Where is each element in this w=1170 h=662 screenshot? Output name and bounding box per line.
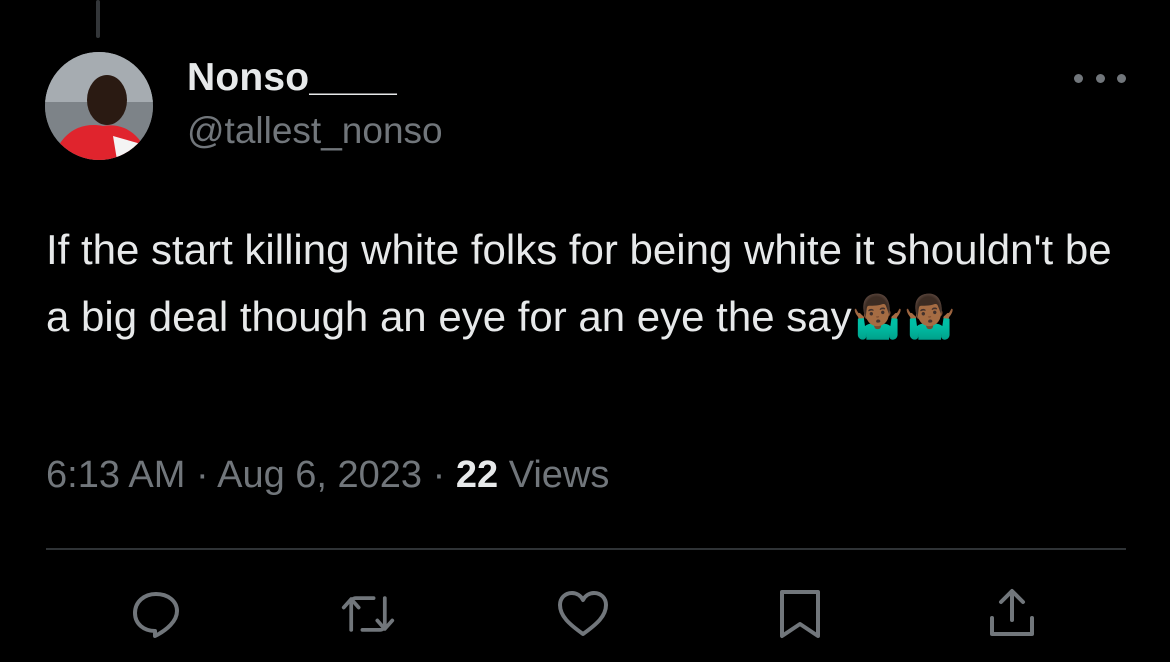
views-count[interactable]: 22 [456, 454, 498, 496]
share-button[interactable] [984, 586, 1040, 642]
thread-connector-line [96, 0, 100, 38]
retweet-icon [341, 596, 395, 632]
like-button[interactable] [555, 586, 611, 642]
views-label: Views [508, 454, 610, 496]
bookmark-button[interactable] [772, 586, 828, 642]
tweet-date[interactable]: Aug 6, 2023 [217, 454, 422, 496]
bookmark-icon [780, 590, 820, 638]
more-horizontal-icon [1074, 73, 1083, 83]
share-icon [990, 589, 1034, 636]
meta-separator: · [195, 454, 209, 496]
tweet-meta: 6:13 AM · Aug 6, 2023 · 22 Views [46, 454, 609, 497]
divider [46, 548, 1126, 550]
reply-icon [133, 592, 179, 638]
avatar-image [45, 52, 153, 160]
more-dot [1117, 73, 1126, 83]
meta-separator: · [432, 454, 446, 496]
retweet-button[interactable] [340, 586, 396, 642]
heart-icon [558, 591, 608, 636]
avatar[interactable] [45, 52, 153, 160]
author-display-name[interactable]: Nonso____ [187, 56, 397, 100]
reply-button[interactable] [128, 586, 184, 642]
author-handle[interactable]: @tallest_nonso [187, 110, 443, 152]
more-options-button[interactable] [1074, 62, 1126, 94]
tweet-timestamp[interactable]: 6:13 AM [46, 454, 185, 496]
tweet-text: If the start killing white folks for bei… [46, 226, 1112, 340]
more-dot [1095, 73, 1105, 83]
